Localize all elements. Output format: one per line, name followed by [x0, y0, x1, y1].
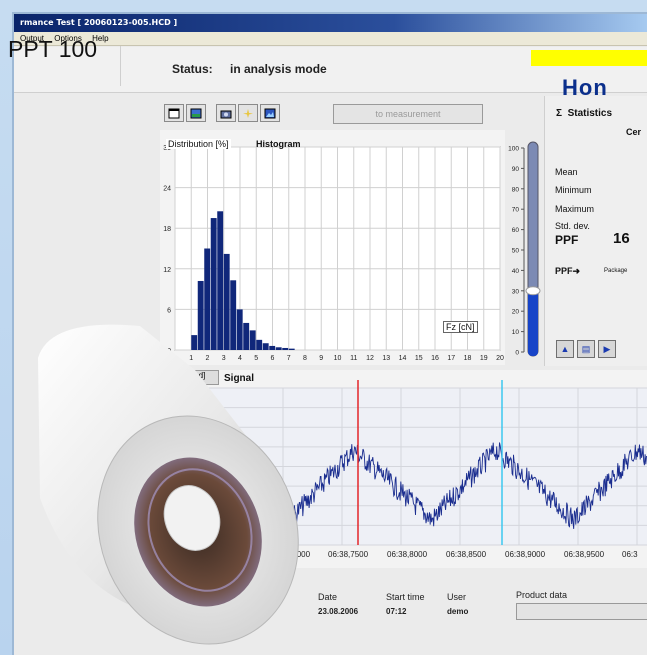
status-label: Status: — [172, 62, 213, 76]
date-value: 23.08.2006 — [318, 607, 359, 616]
product-data-field[interactable] — [516, 603, 647, 620]
window-title: rmance Test [ 20060123-005.HCD ] — [20, 18, 178, 27]
product-data-label: Product data — [516, 590, 568, 600]
window-title-bar: rmance Test [ 20060123-005.HCD ] — [14, 14, 647, 32]
statistics-title-text: Statistics — [567, 108, 613, 119]
histogram-x-axis-label: Fz [cN] — [443, 321, 478, 333]
status-highlight-bar — [531, 50, 647, 66]
ppf-value: 16 — [613, 230, 630, 247]
user-label: User — [447, 592, 467, 602]
chart-toolbar — [164, 104, 288, 122]
statistics-title: Σ Statistics — [556, 108, 613, 119]
header-separator — [120, 46, 121, 86]
chart-icon[interactable]: ▲ — [556, 340, 574, 358]
time-tick: 06:38,9000 — [505, 550, 546, 559]
statistics-toolbar: ▲ ▤ ▶ — [556, 340, 616, 358]
time-tick: 06:38,8000 — [387, 550, 428, 559]
ppf-arrow-label: PPF➜ — [555, 266, 581, 276]
time-tick: 06:3 — [622, 550, 638, 559]
stat-std-dev: Std. dev. — [555, 221, 590, 231]
time-tick: 06:38,9500 — [564, 550, 605, 559]
time-tick: 06:38,8500 — [446, 550, 487, 559]
histogram-title: Histogram — [256, 139, 301, 149]
stat-maximum: Maximum — [555, 204, 595, 214]
model-title: PPT 100 — [8, 36, 98, 62]
sparkle-icon[interactable] — [238, 104, 258, 122]
menu-bar: Output Options Help — [14, 32, 647, 46]
histogram-y-axis-label: Distribution [%] — [166, 139, 231, 149]
date-label: Date — [318, 592, 338, 602]
export-icon[interactable]: ▶ — [598, 340, 616, 358]
user-value: demo — [447, 607, 469, 616]
image-icon[interactable] — [186, 104, 206, 122]
ppf-arrow-text: PPF — [555, 266, 573, 276]
time-tick: 06:38,7500 — [328, 550, 369, 559]
table-icon[interactable]: ▤ — [577, 340, 595, 358]
start-time-label: Start time — [386, 592, 425, 602]
stat-mean: Mean — [555, 167, 578, 177]
picture-icon[interactable] — [260, 104, 280, 122]
camera-icon[interactable] — [216, 104, 236, 122]
statistics-column-header: Cer — [626, 127, 642, 137]
to-measurement-button[interactable]: to measurement — [333, 104, 483, 124]
ppf-package-label: Package — [604, 268, 628, 274]
status-value: in analysis mode — [230, 62, 327, 76]
start-time-value: 07:12 — [386, 607, 407, 616]
stat-minimum: Minimum — [555, 185, 592, 195]
ppf-label: PPF — [555, 233, 579, 247]
window-icon[interactable] — [164, 104, 184, 122]
yarn-bobbin-image — [38, 324, 299, 645]
